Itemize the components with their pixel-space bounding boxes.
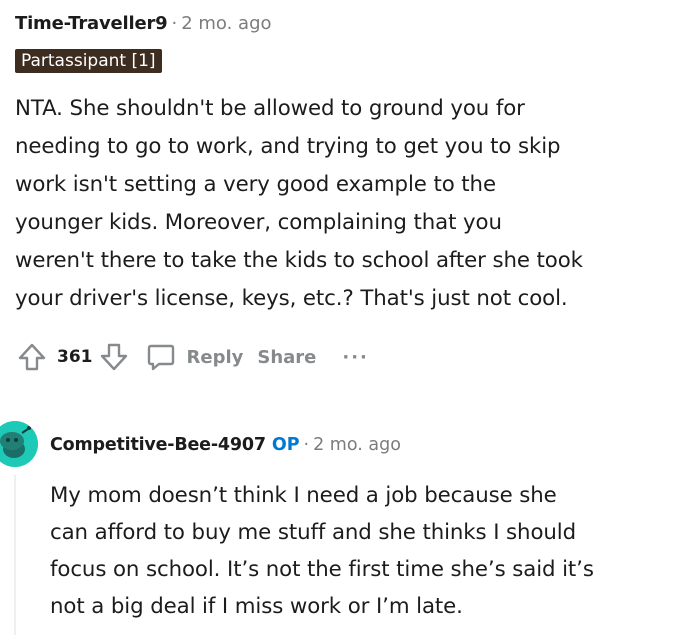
reply-button[interactable]: Reply bbox=[145, 341, 244, 373]
meta-separator: · bbox=[171, 13, 178, 34]
user-flair: Partassipant [1] bbox=[15, 49, 162, 73]
downvote-icon bbox=[100, 343, 127, 371]
comment-line: NTA. She shouldn't be allowed to ground … bbox=[15, 96, 525, 121]
comment-meta: Time-Traveller9 · 2 mo. ago bbox=[15, 12, 272, 36]
comment-author[interactable]: Time-Traveller9 bbox=[15, 13, 168, 34]
comment-competitive-bee: Competitive-Bee-4907 OP · 2 mo. ago My mom … bbox=[0, 405, 700, 635]
comment-line: not a big deal if I miss work or I’m lat… bbox=[50, 594, 463, 619]
comment-timestamp[interactable]: 2 mo. ago bbox=[181, 13, 271, 34]
snoo-avatar-icon bbox=[0, 421, 38, 467]
upvote-button[interactable] bbox=[15, 340, 49, 374]
share-label: Share bbox=[257, 346, 317, 368]
comment-line: weren't there to take the kids to school… bbox=[15, 248, 583, 273]
vote-score: 361 bbox=[57, 347, 93, 367]
comment-actions: 361 Reply Share ··· bbox=[15, 337, 369, 377]
comment-line: your driver's license, keys, etc.? That'… bbox=[15, 286, 568, 311]
comment-line: needing to go to work, and trying to get… bbox=[15, 134, 561, 159]
more-options-button[interactable]: ··· bbox=[342, 347, 369, 368]
comment-line: work isn't setting a very good example t… bbox=[15, 172, 496, 197]
thread-line[interactable] bbox=[14, 475, 16, 635]
comment-line: My mom doesn’t think I need a job becaus… bbox=[50, 483, 557, 508]
comment-timestamp[interactable]: 2 mo. ago bbox=[313, 435, 401, 455]
reply-label: Reply bbox=[186, 346, 244, 368]
comment-line: younger kids. Moreover, complaining that… bbox=[15, 210, 502, 235]
comment-body: NTA. She shouldn't be allowed to ground … bbox=[15, 90, 675, 318]
share-button[interactable]: Share bbox=[257, 347, 316, 368]
comment-line: can afford to buy me stuff and she think… bbox=[50, 520, 577, 545]
comment-meta: Competitive-Bee-4907 OP · 2 mo. ago bbox=[50, 433, 401, 457]
meta-separator: · bbox=[303, 435, 310, 455]
downvote-button[interactable] bbox=[97, 340, 131, 374]
user-avatar[interactable] bbox=[0, 421, 38, 467]
comment-author[interactable]: Competitive-Bee-4907 bbox=[50, 435, 266, 455]
upvote-icon bbox=[18, 343, 46, 371]
comment-body: My mom doesn’t think I need a job becaus… bbox=[50, 477, 690, 625]
op-badge: OP bbox=[271, 435, 300, 455]
comment-line: focus on school. It’s not the first time… bbox=[50, 557, 594, 582]
comment-bubble-icon bbox=[145, 341, 177, 373]
